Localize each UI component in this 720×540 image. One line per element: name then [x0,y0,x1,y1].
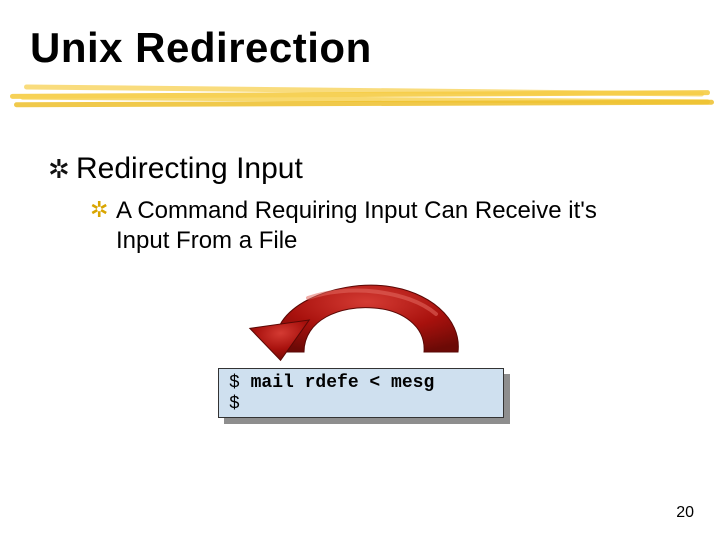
bullet-glyph-yellow: ✲ [90,196,116,224]
crayon-underline [10,86,720,112]
code-box: $ mail rdefe < mesg $ [218,368,504,418]
code-prompt-1: $ [229,373,251,393]
slide-title: Unix Redirection [30,24,372,72]
bullet-level2-text: A Command Requiring Input Can Receive it… [116,196,636,256]
page-number: 20 [676,504,694,522]
bullet-level2: ✲A Command Requiring Input Can Receive i… [90,196,650,256]
code-prompt-2: $ [229,394,240,414]
slide: Unix Redirection ✲Redirecting Input ✲A C… [0,0,720,540]
curved-arrow-icon [218,278,478,368]
code-command: mail rdefe < mesg [251,373,435,393]
bullet-glyph-black: ✲ [48,154,76,185]
bullet-level1: ✲Redirecting Input [48,152,303,186]
bullet-level1-text: Redirecting Input [76,152,303,185]
